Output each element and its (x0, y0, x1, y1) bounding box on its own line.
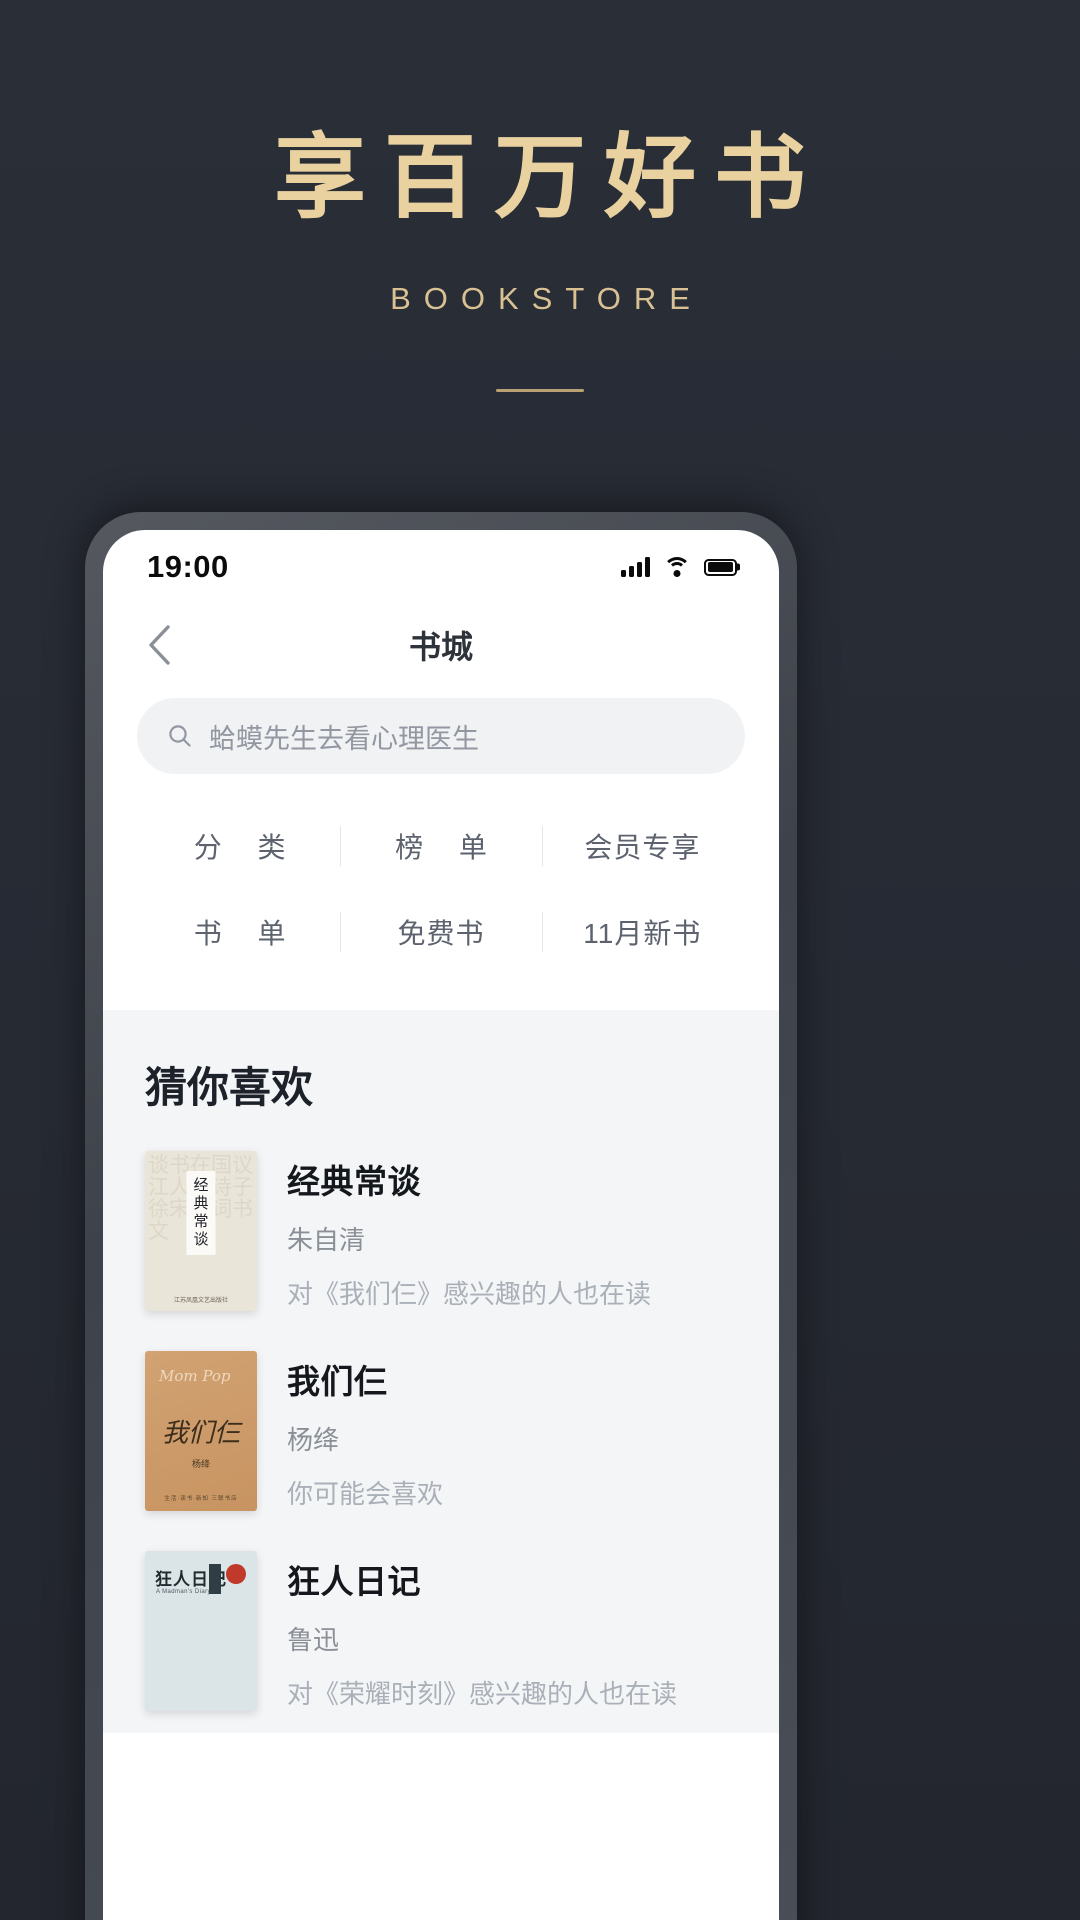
cover-publisher: 生活·读书·新知 三联书店 (164, 1496, 238, 1502)
promo-page: 享百万好书 BOOKSTORE 19:00 书城 蛤蟆先生去看心理医生 分 类 … (0, 0, 1080, 1920)
book-meta: 狂人日记 鲁迅 对《荣耀时刻》感兴趣的人也在读 (287, 1551, 737, 1711)
status-bar: 19:00 (103, 530, 779, 604)
hero-divider (496, 389, 584, 393)
back-button[interactable] (137, 623, 181, 667)
page-title: 享百万好书 (273, 123, 824, 231)
cover-strip (209, 1564, 221, 1594)
book-author: 杨绛 (287, 1425, 340, 1455)
book-author: 朱自清 (287, 1225, 366, 1255)
cover-subtitle: A Madman's Diary (156, 1589, 211, 1595)
phone-screen: 19:00 书城 蛤蟆先生去看心理医生 分 类 榜 单 会员专享 书 单 免费书… (103, 530, 779, 1920)
hero-section: 享百万好书 BOOKSTORE (0, 0, 1080, 393)
cover-brand: Mom Pop (159, 1367, 231, 1385)
list-item[interactable]: Mom Pop 我们仨 杨绛 生活·读书·新知 三联书店 我们仨 杨绛 你可能会… (145, 1333, 737, 1533)
book-meta: 经典常谈 朱自清 对《我们仨》感兴趣的人也在读 (287, 1151, 737, 1311)
search-input[interactable]: 蛤蟆先生去看心理医生 (137, 698, 745, 774)
nav-title: 书城 (408, 629, 473, 665)
category-item-category[interactable]: 分 类 (139, 808, 340, 884)
chevron-left-icon (149, 625, 170, 665)
category-row: 分 类 榜 单 会员专享 (139, 808, 743, 884)
book-reason: 你可能会喜欢 (287, 1479, 444, 1509)
battery-icon (704, 558, 737, 576)
list-item[interactable]: 狂人日记 A Madman's Diary 狂人日记 鲁迅 对《荣耀时刻》感兴趣… (145, 1533, 737, 1733)
signal-bars-icon (621, 557, 650, 577)
book-title: 经典常谈 (287, 1163, 421, 1200)
status-time: 19:00 (147, 549, 229, 584)
book-reason: 对《荣耀时刻》感兴趣的人也在读 (287, 1679, 678, 1709)
category-row: 书 单 免费书 11月新书 (139, 894, 743, 970)
category-item-member-exclusive[interactable]: 会员专享 (541, 808, 743, 884)
search-section: 蛤蟆先生去看心理医生 (103, 686, 779, 774)
category-grid: 分 类 榜 单 会员专享 书 单 免费书 11月新书 (103, 774, 779, 1010)
cover-seal-icon (226, 1564, 246, 1584)
cover-title: 经典常谈 (186, 1171, 216, 1255)
recommend-section: 猜你喜欢 谈书在国议江人尚诗子徐宋兴词书文 经典常谈 江苏凤凰文艺出版社 经典常… (103, 1010, 779, 1733)
book-author: 鲁迅 (287, 1625, 340, 1655)
category-item-booklist[interactable]: 书 单 (139, 894, 340, 970)
cover-publisher: 江苏凤凰文艺出版社 (173, 1298, 228, 1304)
section-title: 猜你喜欢 (145, 1063, 314, 1112)
hero-subtitle: BOOKSTORE (390, 281, 703, 317)
cover-author: 杨绛 (191, 1458, 210, 1469)
book-cover: Mom Pop 我们仨 杨绛 生活·读书·新知 三联书店 (145, 1351, 257, 1511)
book-meta: 我们仨 杨绛 你可能会喜欢 (287, 1351, 737, 1511)
book-list: 谈书在国议江人尚诗子徐宋兴词书文 经典常谈 江苏凤凰文艺出版社 经典常谈 朱自清… (103, 1133, 779, 1733)
book-cover: 谈书在国议江人尚诗子徐宋兴词书文 经典常谈 江苏凤凰文艺出版社 (145, 1151, 257, 1311)
phone-mockup: 19:00 书城 蛤蟆先生去看心理医生 分 类 榜 单 会员专享 书 单 免费书… (85, 512, 797, 1920)
book-cover: 狂人日记 A Madman's Diary (145, 1551, 257, 1711)
book-reason: 对《我们仨》感兴趣的人也在读 (287, 1279, 652, 1309)
category-item-ranking[interactable]: 榜 单 (340, 808, 541, 884)
category-item-november-new[interactable]: 11月新书 (541, 894, 743, 970)
category-item-free-books[interactable]: 免费书 (340, 894, 541, 970)
book-title: 狂人日记 (287, 1563, 421, 1600)
status-icons (621, 557, 737, 577)
wifi-icon (663, 557, 691, 577)
list-item[interactable]: 谈书在国议江人尚诗子徐宋兴词书文 经典常谈 江苏凤凰文艺出版社 经典常谈 朱自清… (145, 1133, 737, 1333)
search-icon (169, 725, 191, 747)
cover-title: 我们仨 (161, 1418, 240, 1449)
book-title: 我们仨 (287, 1363, 388, 1400)
nav-bar: 书城 (103, 604, 779, 686)
search-placeholder: 蛤蟆先生去看心理医生 (209, 723, 479, 754)
